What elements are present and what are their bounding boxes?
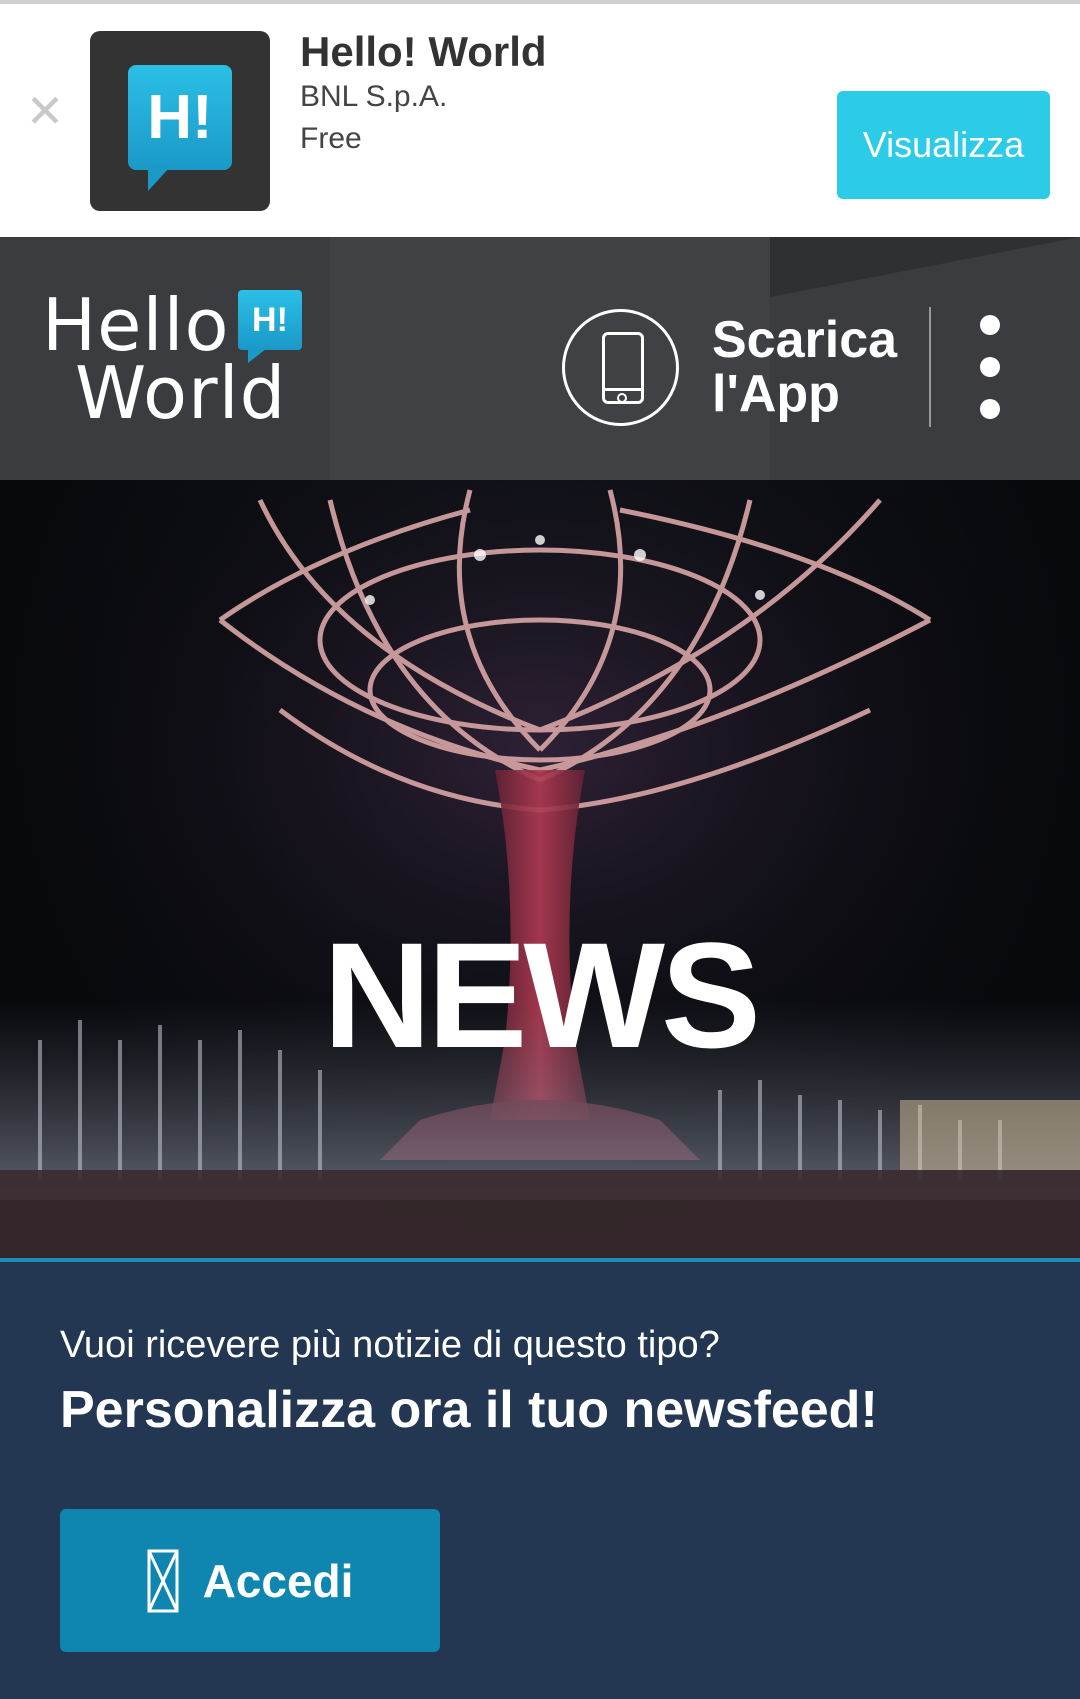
view-app-button[interactable]: Visualizza [837, 91, 1050, 199]
personalize-headline: Personalizza ora il tuo newsfeed! [60, 1381, 878, 1439]
app-icon: H! [90, 31, 270, 211]
personalize-question: Vuoi ricevere più notizie di questo tipo… [60, 1324, 720, 1366]
header-divider [929, 307, 931, 427]
logo-text-world: World [75, 351, 287, 435]
header-bg-triangle [770, 237, 1080, 297]
hero-banner: NEWS [0, 480, 1080, 1260]
site-logo[interactable]: Hello World H! [42, 289, 312, 429]
logo-badge-tail [248, 349, 266, 363]
site-header: Hello World H! Scarica l'App [0, 237, 1080, 480]
download-app-label-line1: Scarica [712, 311, 898, 369]
personalize-section: Vuoi ricevere più notizie di questo tipo… [0, 1262, 1080, 1699]
app-icon-bubble-tail [148, 167, 170, 191]
app-title: Hello! World [300, 28, 547, 75]
login-icon [147, 1549, 179, 1612]
app-publisher: BNL S.p.A. [300, 80, 448, 113]
app-price: Free [300, 122, 362, 155]
app-install-banner: ✕ H! Hello! World BNL S.p.A. Free Visual… [0, 0, 1080, 237]
app-icon-badge: H! [128, 65, 232, 170]
hero-title: NEWS [323, 911, 761, 1079]
smartphone-icon [562, 308, 679, 426]
download-app-label: Scarica l'App [712, 313, 902, 421]
login-button-label: Accedi [202, 1554, 354, 1607]
logo-badge: H! [238, 290, 302, 350]
download-app-label-line2: l'App [712, 365, 840, 423]
close-icon[interactable]: ✕ [24, 88, 66, 134]
kebab-menu-icon[interactable] [970, 307, 1010, 427]
hero-image [0, 480, 1080, 1260]
login-button[interactable]: Accedi [60, 1509, 440, 1652]
download-app-link[interactable]: Scarica l'App [562, 307, 902, 427]
